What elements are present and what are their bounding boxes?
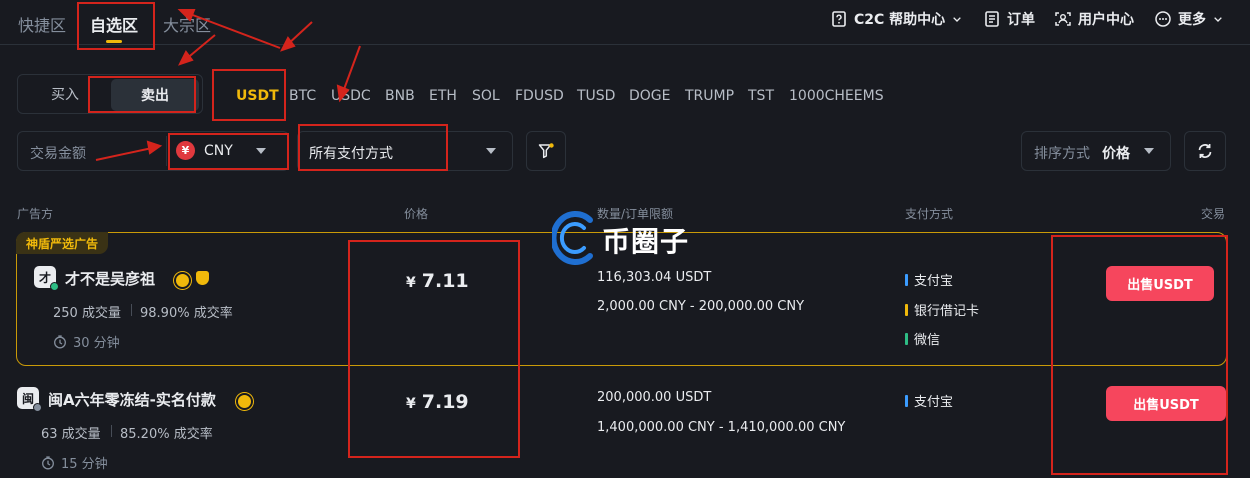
annotation-box-zone — [77, 2, 155, 50]
coin-tab-doge[interactable]: DOGE — [629, 88, 671, 104]
available-quantity: 200,000.00 USDT — [597, 390, 712, 405]
coin-tab-sol[interactable]: SOL — [472, 88, 500, 104]
sort-value: 价格 — [1102, 146, 1130, 162]
header-advertiser: 广告方 — [17, 207, 54, 221]
coin-tab-tst[interactable]: TST — [748, 88, 774, 104]
help-document-icon — [832, 11, 846, 27]
payment-color-bar — [905, 394, 908, 407]
order-limit: 2,000.00 CNY - 200,000.00 CNY — [597, 299, 805, 314]
help-center-menu[interactable]: C2C 帮助中心 — [830, 9, 963, 29]
payment-method-item: 微信 — [905, 329, 940, 348]
user-center-link[interactable]: 用户中心 — [1054, 9, 1134, 29]
payment-method-item: 支付宝 — [905, 270, 953, 289]
sort-label: 排序方式 — [1034, 146, 1090, 162]
payment-method-name: 支付宝 — [914, 395, 954, 410]
filter-button[interactable] — [526, 131, 566, 171]
payment-color-bar — [905, 273, 908, 286]
clock-icon — [54, 334, 66, 348]
time-limit-label: 15 分钟 — [61, 457, 108, 472]
online-status-dot — [50, 282, 59, 291]
user-scan-icon — [1055, 12, 1071, 26]
shield-badge-icon — [196, 271, 209, 285]
filter-funnel-icon — [538, 143, 554, 159]
annotation-box-payment — [298, 124, 448, 171]
advertiser-name[interactable]: 闽A六年零冻结-实名付款 — [48, 389, 216, 410]
orders-icon — [985, 11, 999, 27]
coin-tab-1000cheems[interactable]: 1000CHEEMS — [789, 88, 884, 104]
caret-down-icon — [1144, 148, 1154, 154]
completion-rate: 85.20% 成交率 — [120, 427, 213, 442]
header-payment: 支付方式 — [905, 207, 954, 221]
coin-tab-usdc[interactable]: USDC — [331, 88, 371, 104]
coin-tab-btc[interactable]: BTC — [289, 88, 316, 104]
clock-icon — [42, 455, 54, 469]
help-center-label: C2C 帮助中心 — [854, 12, 946, 28]
featured-ad-badge: 神盾严选广告 — [16, 232, 109, 254]
offline-status-dot — [33, 403, 42, 412]
refresh-button[interactable] — [1184, 131, 1226, 171]
orders-link[interactable]: 订单 — [983, 9, 1035, 29]
annotation-box-sell — [88, 76, 196, 113]
watermark-text: 币圈子 — [602, 225, 690, 258]
caret-down-icon — [486, 148, 496, 154]
verified-merchant-icon — [236, 393, 253, 410]
annotation-box-price — [348, 240, 520, 458]
payment-method-name: 银行借记卡 — [914, 304, 980, 319]
chevron-down-icon — [953, 17, 961, 22]
stat-divider — [111, 425, 112, 437]
coin-tab-trump[interactable]: TRUMP — [685, 88, 734, 104]
coin-tab-fdusd[interactable]: FDUSD — [515, 88, 564, 104]
payment-time-limit: 30 分钟 — [53, 332, 120, 351]
more-menu[interactable]: 更多 — [1154, 9, 1224, 29]
watermark-logo-icon — [552, 211, 593, 265]
coin-tab-tusd[interactable]: TUSD — [577, 88, 615, 104]
payment-method-name: 支付宝 — [914, 274, 954, 289]
orders-label: 订单 — [1007, 12, 1035, 28]
header-trade: 交易 — [1201, 207, 1226, 221]
coin-tab-bnb[interactable]: BNB — [385, 88, 415, 104]
chevron-down-icon — [1214, 17, 1222, 22]
payment-method-name: 微信 — [914, 333, 941, 348]
payment-method-item: 银行借记卡 — [905, 300, 979, 319]
header-price: 价格 — [404, 207, 429, 221]
order-count: 63 成交量 — [41, 427, 101, 442]
user-center-label: 用户中心 — [1078, 12, 1134, 28]
trade-amount-placeholder: 交易金额 — [30, 146, 86, 162]
more-label: 更多 — [1178, 12, 1206, 28]
payment-method-item: 支付宝 — [905, 391, 953, 410]
stat-divider — [131, 304, 132, 316]
verified-merchant-icon — [174, 272, 191, 289]
payment-color-bar — [905, 332, 908, 345]
advertiser-name[interactable]: 才不是吴彦祖 — [65, 268, 155, 289]
annotation-box-trade — [1051, 235, 1228, 475]
zone-tab-block[interactable]: 大宗区 — [163, 12, 211, 36]
more-dots-icon — [1155, 11, 1171, 27]
time-limit-label: 30 分钟 — [73, 336, 120, 351]
field-divider — [166, 136, 167, 166]
order-limit: 1,400,000.00 CNY - 1,410,000.00 CNY — [597, 420, 846, 435]
coin-tab-eth[interactable]: ETH — [429, 88, 457, 104]
order-count: 250 成交量 — [53, 306, 121, 321]
annotation-box-usdt — [212, 69, 286, 121]
payment-time-limit: 15 分钟 — [41, 453, 108, 472]
refresh-icon — [1198, 144, 1212, 158]
payment-color-bar — [905, 303, 908, 316]
available-quantity: 116,303.04 USDT — [597, 270, 712, 285]
zone-tab-quick[interactable]: 快捷区 — [18, 12, 66, 36]
completion-rate: 98.90% 成交率 — [140, 306, 233, 321]
annotation-box-currency — [168, 133, 289, 170]
